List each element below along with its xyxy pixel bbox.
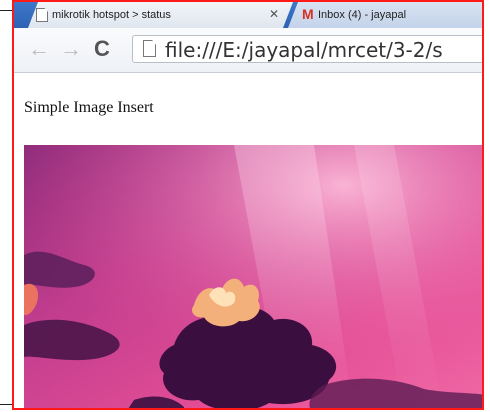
gmail-icon: M bbox=[302, 6, 314, 22]
page-heading: Simple Image Insert bbox=[24, 99, 154, 116]
document-icon bbox=[36, 8, 48, 22]
tab-strip: mikrotik hotspot > status ✕ M Inbox (4) … bbox=[14, 2, 482, 28]
page-content: Simple Image Insert bbox=[14, 73, 482, 408]
close-icon[interactable]: ✕ bbox=[269, 7, 279, 21]
browser-toolbar: ← → C file:///E:/jayapal/mrcet/3-2/s bbox=[14, 28, 482, 73]
tab-title: Inbox (4) - jayapal bbox=[318, 9, 407, 21]
sunset-sky-image bbox=[24, 145, 482, 408]
back-icon[interactable]: ← bbox=[28, 36, 50, 62]
tab-gmail-inbox[interactable]: M Inbox (4) - jayapal bbox=[288, 2, 482, 28]
address-bar[interactable]: file:///E:/jayapal/mrcet/3-2/s bbox=[132, 35, 482, 63]
forward-icon[interactable]: → bbox=[60, 36, 82, 62]
address-text: file:///E:/jayapal/mrcet/3-2/s bbox=[165, 38, 443, 62]
reload-icon[interactable]: C bbox=[94, 36, 110, 62]
tab-mikrotik-status[interactable]: mikrotik hotspot > status ✕ bbox=[28, 2, 293, 28]
browser-window: mikrotik hotspot > status ✕ M Inbox (4) … bbox=[12, 0, 484, 410]
outer-background bbox=[0, 0, 12, 412]
tab-title: mikrotik hotspot > status bbox=[52, 9, 171, 21]
document-icon bbox=[143, 40, 156, 57]
outer-divider-top bbox=[0, 10, 12, 11]
outer-divider-bottom bbox=[0, 404, 12, 405]
